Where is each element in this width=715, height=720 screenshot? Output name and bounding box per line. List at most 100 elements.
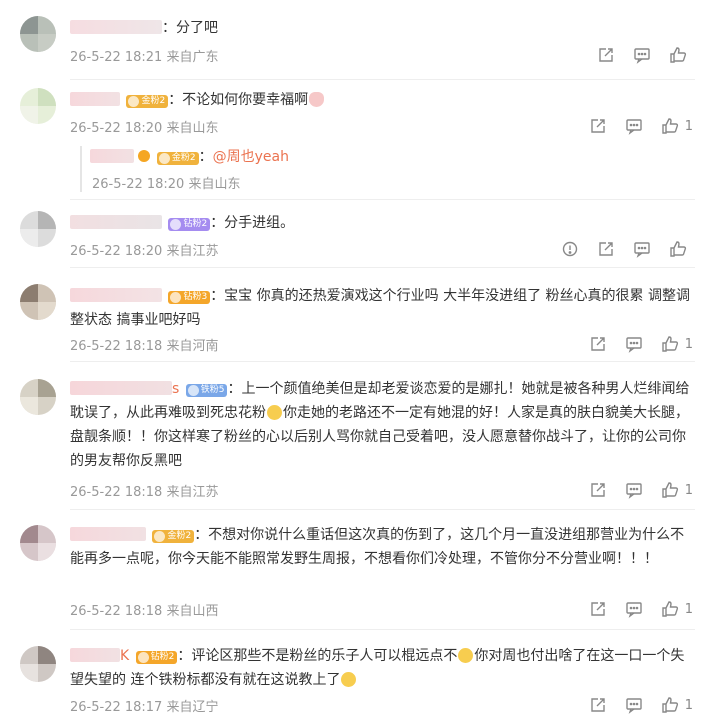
thumbs-up-icon [662, 118, 678, 134]
laughing-emoji [341, 672, 357, 687]
like-button[interactable]: 1 [661, 696, 693, 714]
share-button[interactable] [589, 117, 607, 135]
share-button[interactable] [589, 600, 607, 618]
avatar[interactable] [20, 379, 56, 415]
timestamp: 26-5-22 18:20 [92, 177, 185, 192]
timestamp: 26-5-22 18:18 [70, 604, 163, 619]
like-count: 1 [684, 336, 693, 352]
avatar[interactable] [20, 646, 56, 682]
warning-icon [562, 241, 578, 257]
username[interactable] [70, 288, 162, 302]
report-button[interactable] [561, 240, 579, 258]
username[interactable] [70, 381, 172, 395]
comment-item: K 钻粉2 ：评论区那些不是粉丝的乐子人可以棍远点不 你对周也付出啥了在这一口一个失… [0, 630, 715, 720]
timestamp: 26-5-22 18:18 [70, 339, 163, 354]
comment-item: 金粉2 ：不想对你说什么重话但这次真的伤到了，这几个月一直没进组那营业为什么不能再… [0, 510, 715, 630]
comment-meta: 26-5-22 18:18 来自河南 [70, 335, 219, 354]
timestamp: 26-5-22 18:18 [70, 485, 163, 500]
comment-actions: 1 [571, 599, 693, 619]
comment-button[interactable] [625, 600, 643, 618]
like-button[interactable]: 1 [661, 117, 693, 135]
comment-button[interactable] [633, 240, 651, 258]
location: 来自江苏 [166, 485, 219, 500]
avatar[interactable] [20, 16, 56, 52]
heart-hands-emoji [309, 92, 325, 107]
avatar[interactable] [20, 525, 56, 561]
timestamp: 26-5-22 18:20 [70, 244, 163, 259]
share-icon [591, 602, 605, 616]
comment-button[interactable] [625, 117, 643, 135]
share-button[interactable] [589, 335, 607, 353]
share-button[interactable] [589, 481, 607, 499]
comment-meta: 26-5-22 18:20 来自江苏 [70, 240, 219, 259]
like-count: 1 [684, 118, 693, 134]
thumbs-up-icon [670, 241, 687, 257]
comment-actions [543, 239, 693, 259]
username[interactable] [70, 20, 162, 34]
fan-badge: 金粉2 [152, 530, 195, 543]
comment-item: s 铁粉5 ：上一个颜值绝美但是却老爱谈恋爱的是娜扎！她就是被各种男人烂绯闻给耽误… [0, 362, 715, 510]
reply-meta: 26-5-22 18:20 来自山东 [92, 173, 241, 192]
comment-icon [634, 48, 650, 64]
comment-actions: 1 [571, 116, 693, 136]
comment-item: 钻粉3 ：宝宝 你真的还热爱演戏这个行业吗 大半年没进组了 粉丝心真的很累 调整调… [0, 268, 715, 362]
comment-icon [634, 242, 650, 258]
avatar[interactable] [20, 284, 56, 320]
comment-text: ：分了吧 [70, 16, 693, 40]
username[interactable] [70, 92, 120, 106]
comment-button[interactable] [633, 46, 651, 64]
location: 来自河南 [166, 339, 219, 354]
username[interactable] [90, 149, 134, 163]
like-count: 1 [684, 482, 693, 498]
like-count: 1 [684, 697, 693, 713]
avatar[interactable] [20, 88, 56, 124]
username[interactable] [70, 215, 162, 229]
comment-icon [626, 602, 642, 618]
location: 来自江苏 [166, 244, 219, 259]
share-icon [591, 698, 605, 712]
comment-meta: 26-5-22 18:18 来自山西 [70, 600, 219, 619]
verified-icon [138, 150, 151, 162]
laughing-emoji [458, 648, 474, 663]
fan-badge: 钻粉2 [168, 218, 211, 231]
mention-link[interactable]: @周也yeah [213, 149, 289, 165]
username[interactable] [70, 648, 120, 662]
comment-text: 金粉2 ：不论如何你要幸福啊 [70, 88, 693, 112]
comment-button[interactable] [625, 696, 643, 714]
share-button[interactable] [589, 696, 607, 714]
thumbs-up-icon [662, 336, 678, 352]
like-button[interactable] [669, 240, 693, 258]
like-button[interactable]: 1 [661, 600, 693, 618]
comment-icon [626, 698, 642, 714]
comment-item: 钻粉2 ：分手进组。 26-5-22 18:20 来自江苏 [0, 200, 715, 268]
thumbs-up-icon [662, 697, 678, 713]
location: 来自广东 [166, 50, 219, 65]
comment-meta: 26-5-22 18:17 来自辽宁 [70, 696, 219, 715]
comment-icon [626, 483, 642, 499]
share-icon [591, 119, 605, 133]
worried-face-emoji [267, 405, 282, 420]
comment-meta: 26-5-22 18:20 来自山东 [70, 117, 219, 136]
like-button[interactable]: 1 [661, 335, 693, 353]
share-icon [591, 483, 605, 497]
avatar[interactable] [20, 211, 56, 247]
comment-actions: 1 [571, 480, 693, 500]
comment-meta: 26-5-22 18:21 来自广东 [70, 46, 219, 65]
fan-badge: 金粉2 [126, 95, 169, 108]
reply-text: 金粉2 ：@周也yeah [90, 146, 693, 168]
comment-text: K 钻粉2 ：评论区那些不是粉丝的乐子人可以棍远点不 你对周也付出啥了在这一口一个失… [70, 648, 685, 688]
fan-badge: 钻粉2 [135, 651, 178, 664]
comment-button[interactable] [625, 335, 643, 353]
like-button[interactable]: 1 [661, 481, 693, 499]
comment-button[interactable] [625, 481, 643, 499]
share-button[interactable] [597, 240, 615, 258]
comment-text: 金粉2 ：不想对你说什么重话但这次真的伤到了，这几个月一直没进组那营业为什么不能再… [70, 527, 685, 567]
comment-actions [579, 45, 693, 65]
username[interactable] [70, 527, 146, 541]
comment-text: 钻粉2 ：分手进组。 [70, 211, 693, 235]
thumbs-up-icon [662, 482, 678, 498]
share-button[interactable] [597, 46, 615, 64]
like-button[interactable] [669, 46, 693, 64]
like-count: 1 [684, 601, 693, 617]
location: 来自山西 [166, 604, 219, 619]
